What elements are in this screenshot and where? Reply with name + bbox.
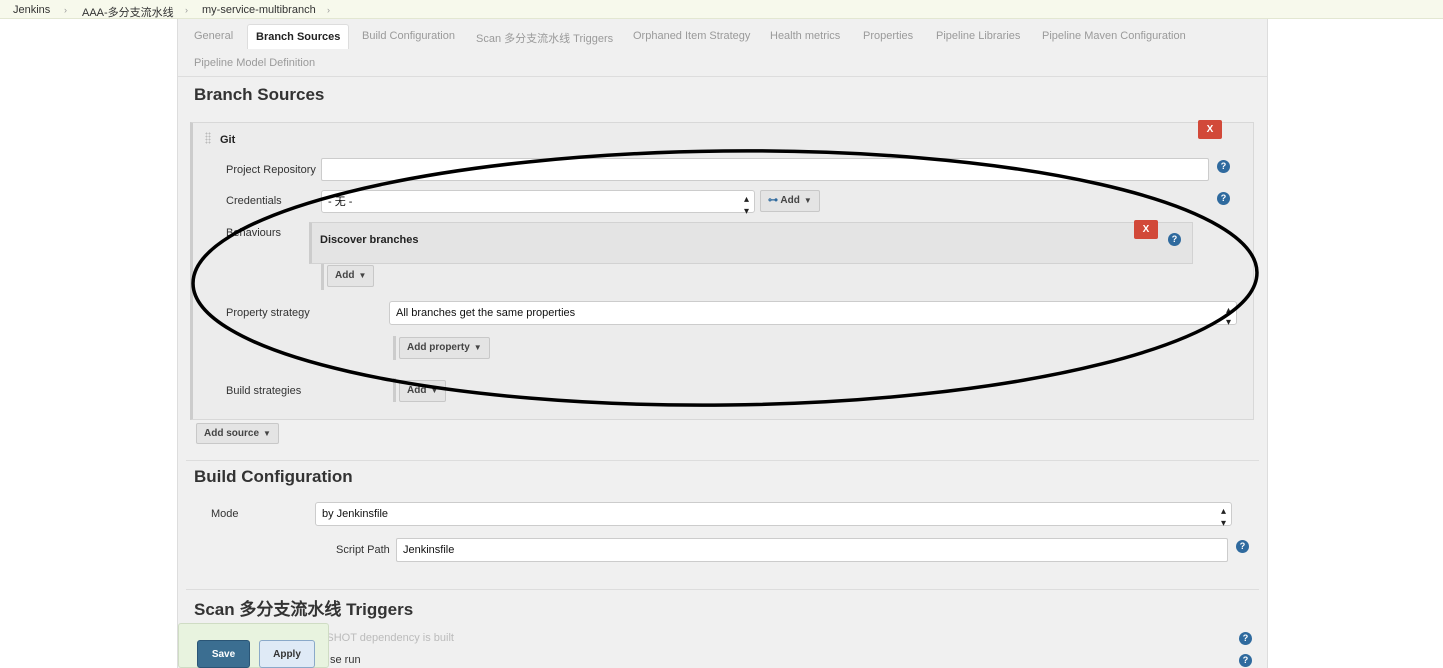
- mode-label: Mode: [211, 508, 239, 520]
- script-path-label: Script Path: [336, 544, 390, 556]
- tab-health-metrics[interactable]: Health metrics: [770, 30, 840, 42]
- help-icon[interactable]: ?: [1217, 160, 1230, 173]
- property-strategy-select[interactable]: All branches get the same properties ▴ ▾: [389, 301, 1237, 328]
- config-panel: General Branch Sources Build Configurati…: [177, 19, 1268, 668]
- discover-branches-title: Discover branches: [320, 234, 419, 246]
- form-footer: Save Apply: [178, 623, 329, 668]
- help-icon[interactable]: ?: [1239, 654, 1252, 667]
- credentials-add-label: Add: [780, 195, 800, 206]
- apply-button[interactable]: Apply: [259, 640, 315, 668]
- tab-pipeline-libraries[interactable]: Pipeline Libraries: [936, 30, 1020, 42]
- behaviours-label: Behaviours: [226, 227, 282, 239]
- help-icon[interactable]: ?: [1236, 540, 1249, 553]
- chevron-down-icon: ▼: [803, 196, 812, 205]
- add-source-label: Add source: [204, 428, 260, 439]
- select-arrows-icon: ▴ ▾: [1220, 506, 1226, 529]
- breadcrumb-jenkins[interactable]: Jenkins: [13, 4, 50, 16]
- tab-properties[interactable]: Properties: [863, 30, 913, 42]
- build-configuration-heading: Build Configuration: [194, 467, 353, 486]
- build-strategies-label: Build strategies: [226, 385, 302, 397]
- help-icon[interactable]: ?: [1239, 632, 1252, 645]
- tab-pipeline-model-definition[interactable]: Pipeline Model Definition: [194, 57, 315, 69]
- select-arrows-icon: ▴ ▾: [1225, 305, 1231, 328]
- discover-branches-panel: Discover branches X ?: [309, 220, 1193, 264]
- property-bar: [393, 336, 396, 360]
- tab-scan-triggers[interactable]: Scan 多分支流水线 Triggers: [476, 30, 613, 46]
- breadcrumb-separator: ›: [327, 5, 330, 15]
- project-repository-input[interactable]: [321, 158, 1209, 181]
- behaviours-add-label: Add: [335, 270, 355, 281]
- credentials-add-button[interactable]: ⊶ Add ▼: [760, 190, 820, 212]
- key-icon: ⊶: [768, 195, 778, 206]
- tab-branch-sources[interactable]: Branch Sources: [247, 24, 350, 49]
- delete-git-source-button[interactable]: X: [1198, 120, 1222, 139]
- chevron-down-icon: ▼: [263, 429, 271, 438]
- select-arrows-icon: ▴ ▾: [743, 194, 749, 217]
- tab-general[interactable]: General: [194, 30, 233, 42]
- tab-build-configuration[interactable]: Build Configuration: [362, 30, 455, 42]
- chevron-down-icon: ▼: [358, 271, 367, 280]
- tab-divider: [178, 76, 1267, 77]
- add-property-button[interactable]: Add property ▼: [399, 337, 490, 359]
- build-strategies-bar: [393, 378, 396, 402]
- build-strategies-add-button[interactable]: Add ▼: [399, 380, 447, 402]
- breadcrumb-job[interactable]: my-service-multibranch: [202, 4, 316, 16]
- help-icon[interactable]: ?: [1168, 233, 1181, 246]
- credentials-value: - 无 -: [328, 196, 353, 208]
- property-strategy-value: All branches get the same properties: [396, 307, 576, 319]
- project-repository-label: Project Repository: [226, 164, 316, 176]
- trigger-periodic-label[interactable]: se run: [330, 654, 361, 666]
- credentials-label: Credentials: [226, 195, 282, 207]
- property-strategy-label: Property strategy: [226, 307, 310, 319]
- add-property-label: Add property: [407, 342, 470, 353]
- script-path-input[interactable]: Jenkinsfile: [396, 538, 1228, 562]
- chevron-down-icon: ▼: [430, 386, 439, 395]
- save-button[interactable]: Save: [197, 640, 250, 668]
- chevron-down-icon: ▼: [473, 343, 482, 352]
- tab-orphaned-item-strategy[interactable]: Orphaned Item Strategy: [633, 30, 750, 42]
- behaviours-add-button[interactable]: Add ▼: [327, 265, 375, 287]
- delete-discover-branches-button[interactable]: X: [1134, 220, 1158, 239]
- credentials-select[interactable]: - 无 - ▴ ▾: [321, 190, 755, 217]
- section-divider: [186, 460, 1259, 461]
- build-strategies-add-label: Add: [407, 385, 427, 396]
- scan-triggers-heading: Scan 多分支流水线 Triggers: [194, 600, 414, 619]
- help-icon[interactable]: ?: [1217, 192, 1230, 205]
- git-title: Git: [220, 134, 236, 146]
- branch-sources-heading: Branch Sources: [194, 85, 325, 104]
- section-divider: [186, 589, 1259, 590]
- tab-pipeline-maven-configuration[interactable]: Pipeline Maven Configuration: [1042, 30, 1186, 42]
- git-source-panel: Git X Project Repository ? Credentials -…: [190, 120, 1254, 420]
- mode-value: by Jenkinsfile: [322, 508, 389, 520]
- add-source-button[interactable]: Add source ▼: [196, 423, 279, 444]
- breadcrumb: Jenkins › AAA-多分支流水线 › my-service-multib…: [0, 0, 1443, 19]
- mode-select[interactable]: by Jenkinsfile ▴ ▾: [315, 502, 1232, 529]
- breadcrumb-separator: ›: [185, 5, 188, 15]
- drag-handle-icon[interactable]: [205, 132, 211, 144]
- breadcrumb-folder[interactable]: AAA-多分支流水线: [82, 4, 174, 20]
- breadcrumb-separator: ›: [64, 5, 67, 15]
